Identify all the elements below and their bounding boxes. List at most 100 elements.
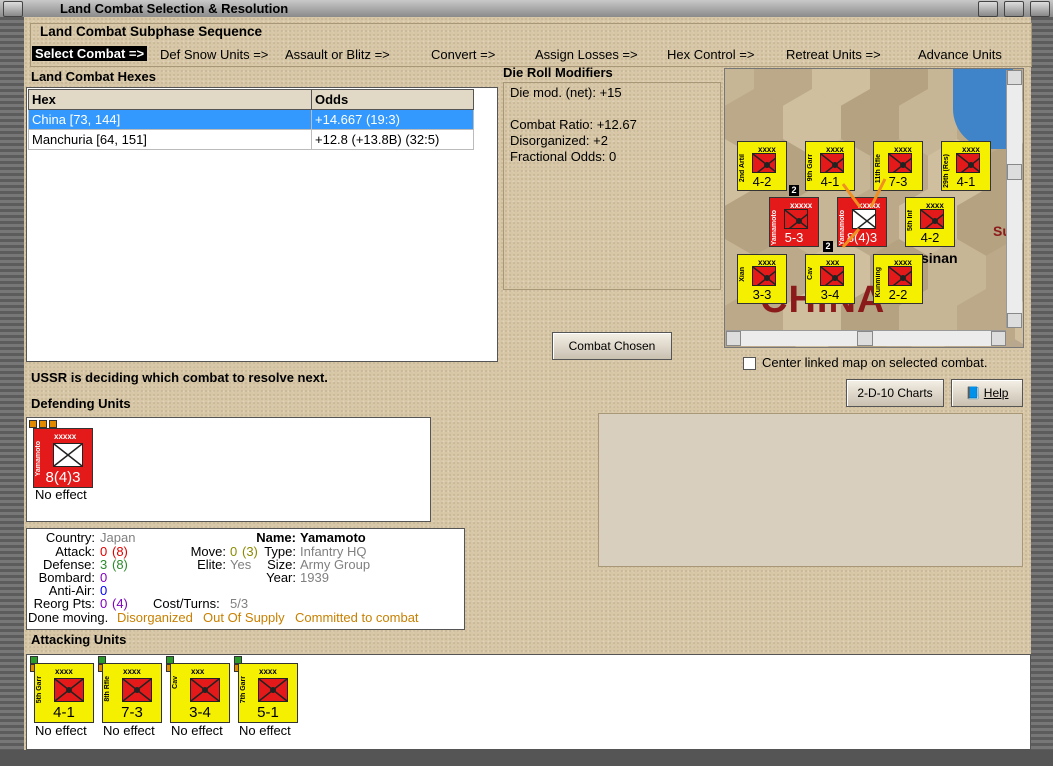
table-row[interactable]: China [73, 144] +14.667 (19:3)	[28, 109, 474, 130]
reorg-label: Reorg Pts:	[33, 596, 95, 611]
help-label: Help	[983, 386, 1009, 400]
center-linked-checkbox[interactable]	[743, 357, 756, 370]
unit-strength: 7-3	[121, 704, 143, 721]
status-committed: Committed to combat	[295, 610, 419, 625]
status-disorganized: Disorganized	[117, 610, 193, 625]
hexes-title: Land Combat Hexes	[31, 69, 156, 84]
modifier-disorganized: Disorganized: +2	[510, 133, 608, 148]
sequence-title: Land Combat Subphase Sequence	[40, 24, 263, 39]
hexes-col-odds[interactable]: Odds	[311, 89, 474, 110]
window-frame-left	[0, 17, 24, 766]
unit-symbol-icon	[122, 678, 152, 702]
sequence-step-retreat: Retreat Units =>	[786, 47, 881, 62]
elite-value: Yes	[230, 557, 252, 572]
reorg-value: 0	[100, 596, 108, 611]
odds-cell: +14.667 (19:3)	[311, 109, 474, 130]
reorg-paren-value: (4)	[112, 596, 128, 611]
unit-size: xxx	[191, 667, 205, 676]
unit-status-indicator	[29, 420, 37, 428]
unit-size: xxxxx	[54, 432, 77, 441]
sequence-step-assault: Assault or Blitz =>	[285, 47, 390, 62]
unit-counter[interactable]: xxxxx Yamamoto 8(4)3	[33, 428, 93, 488]
combat-chosen-button[interactable]: Combat Chosen	[552, 332, 672, 360]
defending-title: Defending Units	[31, 396, 131, 411]
sequence-step-advance: Advance Units	[918, 47, 1002, 62]
combat-result-panel	[598, 413, 1023, 567]
scroll-down-button[interactable]	[1007, 313, 1022, 328]
cost-value: 5/3	[230, 596, 249, 611]
status-message: USSR is deciding which combat to resolve…	[31, 370, 328, 385]
hex-cell: Manchuria [64, 151]	[28, 129, 312, 150]
unit-size: xxxx	[123, 667, 141, 676]
defense-paren-value: (8)	[112, 557, 128, 572]
modifier-die-mod: Die mod. (net): +15	[510, 85, 622, 100]
modifiers-title: Die Roll Modifiers	[503, 65, 613, 80]
unit-symbol-icon	[258, 678, 288, 702]
table-row[interactable]: Manchuria [64, 151] +12.8 (+13.8B) (32:5…	[28, 129, 474, 150]
country-value: Japan	[100, 530, 136, 545]
map-vertical-scrollbar[interactable]	[1006, 70, 1022, 328]
unit-strength: 3-4	[189, 704, 211, 721]
name-label: Name:	[256, 530, 296, 545]
window-menu-button[interactable]	[3, 1, 23, 17]
window-title: Land Combat Selection & Resolution	[60, 1, 289, 16]
odds-cell: +12.8 (+13.8B) (32:5)	[311, 129, 474, 150]
unit-symbol-icon	[190, 678, 220, 702]
unit-size: xxxx	[259, 667, 277, 676]
unit-name: Cav	[172, 676, 179, 689]
unit-status-indicator	[49, 420, 57, 428]
scroll-right-button[interactable]	[991, 331, 1006, 346]
cost-label: Cost/Turns:	[153, 596, 220, 611]
status-supply: Out Of Supply	[203, 610, 285, 625]
year-value: 1939	[300, 570, 329, 585]
minimize-button[interactable]	[978, 1, 998, 17]
sequence-step-hex-control: Hex Control =>	[667, 47, 755, 62]
unit-effect: No effect	[103, 723, 155, 738]
unit-name: 7th Garr	[240, 676, 247, 704]
linked-map[interactable]: CHINA sinan Su 2 2 xxxx2nd Artil4-2xxxx9…	[724, 68, 1024, 348]
unit-name: 8th Rfle	[104, 676, 111, 702]
unit-name: 5th Garr	[36, 676, 43, 704]
unit-symbol-icon	[54, 678, 84, 702]
scroll-up-button[interactable]	[1007, 70, 1022, 85]
unit-counter[interactable]: xxxx 7th Garr 5-1	[238, 663, 298, 723]
unit-size: xxxx	[55, 667, 73, 676]
sequence-step-assign-losses: Assign Losses =>	[535, 47, 638, 62]
year-label: Year:	[266, 570, 296, 585]
hexes-table: Hex Odds China [73, 144] +14.667 (19:3) …	[28, 89, 474, 150]
unit-strength: 8(4)3	[45, 469, 81, 486]
done-moving: Done moving.	[28, 610, 109, 625]
modifiers-box	[503, 82, 721, 290]
book-icon: 📘	[965, 386, 981, 400]
sequence-step-def-snow: Def Snow Units =>	[160, 47, 269, 62]
close-button[interactable]	[1030, 1, 1050, 17]
unit-strength: 5-1	[257, 704, 279, 721]
sequence-step-select-combat: Select Combat =>	[32, 46, 148, 61]
country-label: Country:	[45, 530, 95, 545]
unit-counter[interactable]: xxx Cav 3-4	[170, 663, 230, 723]
modifier-combat-ratio: Combat Ratio: +12.67	[510, 117, 637, 132]
hexes-col-hex[interactable]: Hex	[28, 89, 312, 110]
elite-label: Elite:	[197, 557, 226, 572]
scroll-thumb[interactable]	[857, 331, 873, 346]
attack-arrows	[841, 178, 887, 248]
map-horizontal-scrollbar[interactable]	[726, 330, 1006, 346]
maximize-button[interactable]	[1004, 1, 1024, 17]
name-value: Yamamoto	[300, 530, 366, 545]
modifier-fractional: Fractional Odds: 0	[510, 149, 617, 164]
scroll-left-button[interactable]	[726, 331, 741, 346]
attack-arrow	[869, 178, 887, 208]
unit-effect: No effect	[171, 723, 223, 738]
window-frame-bottom	[0, 750, 1053, 766]
unit-effect: No effect	[239, 723, 291, 738]
charts-button[interactable]: 2-D-10 Charts	[846, 379, 944, 407]
unit-counter[interactable]: xxxx 8th Rfle 7-3	[102, 663, 162, 723]
help-button[interactable]: 📘 Help	[951, 379, 1023, 407]
hex-cell: China [73, 144]	[28, 109, 312, 130]
unit-counter[interactable]: xxxx 5th Garr 4-1	[34, 663, 94, 723]
attack-arrow	[841, 228, 861, 248]
unit-effect: No effect	[35, 487, 87, 502]
scroll-thumb[interactable]	[1007, 164, 1022, 180]
window-frame-right	[1031, 17, 1053, 766]
attacking-title: Attacking Units	[31, 632, 127, 647]
